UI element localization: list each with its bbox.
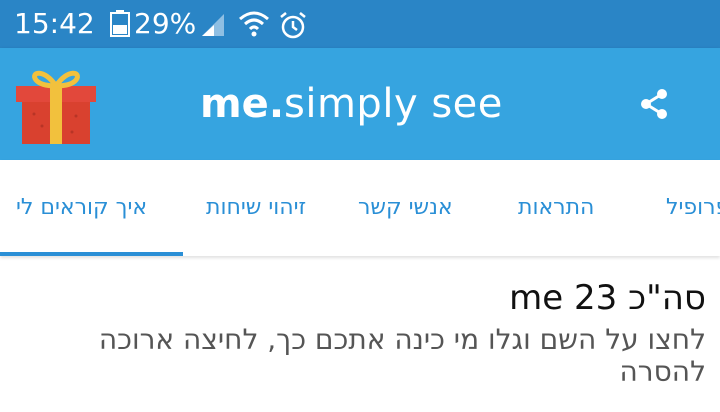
tab-notifications[interactable]: התראות xyxy=(518,160,594,256)
tab-caller-id[interactable]: זיהוי שיחות xyxy=(206,160,306,256)
share-icon[interactable] xyxy=(636,86,672,122)
nickname-count-title: סה"כ 23 me xyxy=(509,278,706,318)
wifi-icon xyxy=(239,11,269,37)
app-bar: me.simply see xyxy=(0,48,720,160)
battery-icon xyxy=(110,10,130,37)
status-bar: 15:42 29% xyxy=(0,0,720,48)
logo-simply-see: simply see xyxy=(284,81,503,127)
gift-icon[interactable] xyxy=(14,66,98,146)
tab-profile[interactable]: פרופיל xyxy=(666,160,720,256)
logo-dot: . xyxy=(268,81,285,127)
battery-percent: 29% xyxy=(134,7,197,40)
app-logo: me.simply see xyxy=(200,76,503,132)
logo-me: me xyxy=(200,81,269,127)
status-time: 15:42 xyxy=(14,7,95,40)
nicknames-panel: סה"כ 23 me לחצו על השם וגלו מי כינה אתכם… xyxy=(0,256,720,412)
tab-contacts[interactable]: אנשי קשר xyxy=(358,160,453,256)
instruction-text: לחצו על השם וגלו מי כינה אתכם כך, לחיצה … xyxy=(98,323,706,388)
alarm-icon xyxy=(280,12,306,39)
cell-signal-icon xyxy=(202,14,224,36)
tab-my-nicknames[interactable]: איך קוראים לי xyxy=(16,160,147,256)
tab-bar: איך קוראים לי זיהוי שיחות אנשי קשר התראו… xyxy=(0,160,720,256)
